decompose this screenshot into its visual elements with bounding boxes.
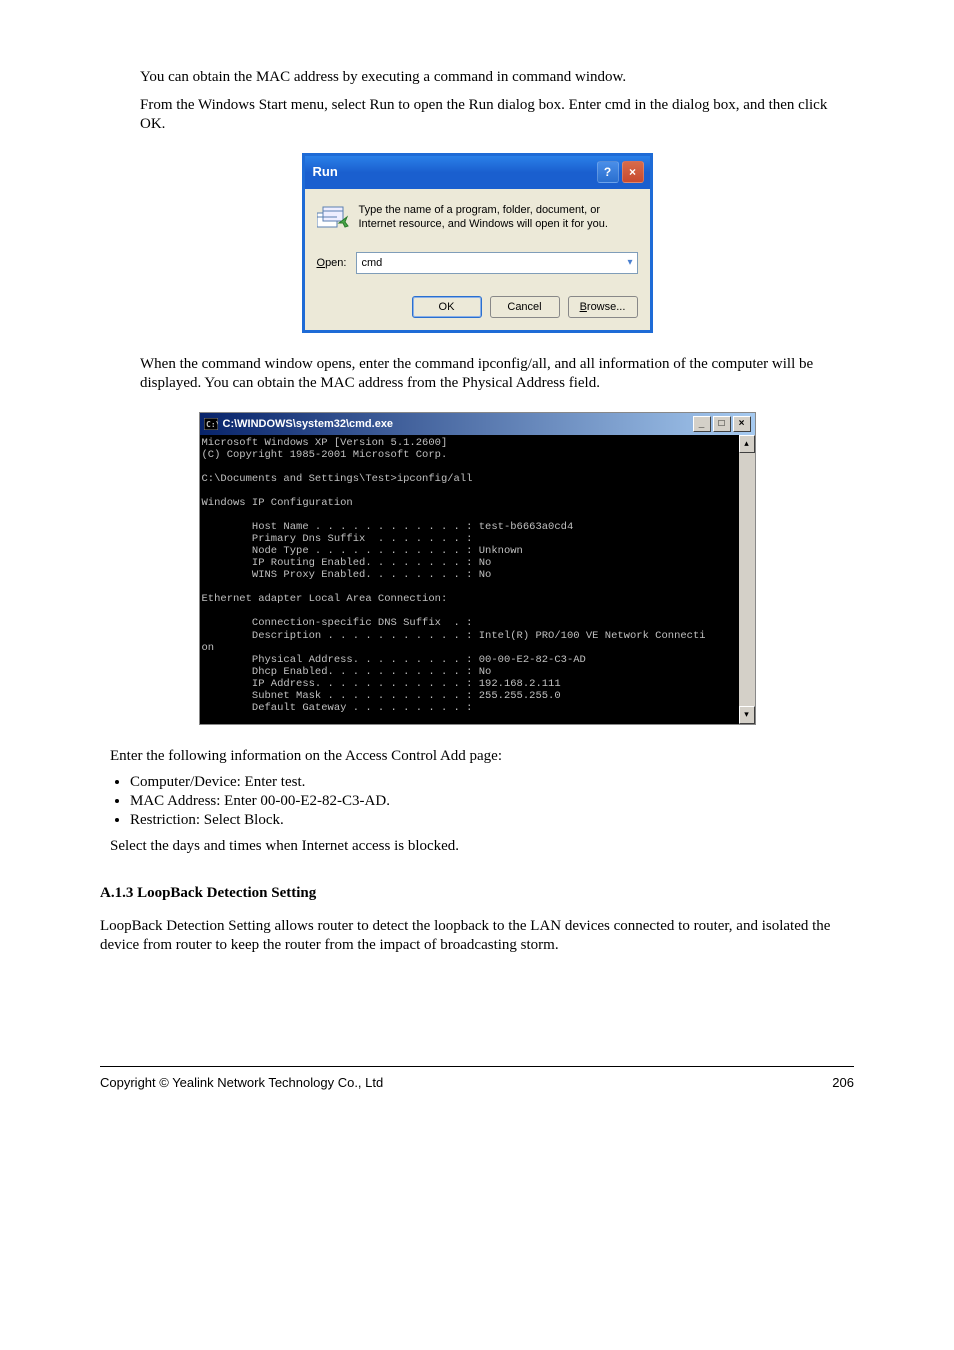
cmd-titlebar: C:\ C:\WINDOWS\system32\cmd.exe _ □ ×: [200, 413, 755, 435]
paragraph-mid: When the command window opens, enter the…: [140, 355, 854, 394]
cmd-window: C:\ C:\WINDOWS\system32\cmd.exe _ □ × Mi…: [199, 412, 756, 725]
paragraph-intro2: From the Windows Start menu, select Run …: [140, 96, 854, 135]
paragraph-intro1: You can obtain the MAC address by execut…: [140, 68, 854, 88]
scrollbar[interactable]: ▴ ▾: [739, 435, 755, 724]
cmd-icon: C:\: [204, 418, 218, 430]
chevron-down-icon[interactable]: ▾: [627, 257, 632, 268]
help-button[interactable]: ?: [597, 161, 619, 183]
cmd-output: Microsoft Windows XP [Version 5.1.2600] …: [200, 435, 739, 724]
bullet-list: Computer/Device: Enter test. MAC Address…: [130, 774, 854, 829]
run-dialog-message: Type the name of a program, folder, docu…: [359, 203, 638, 234]
list-item: MAC Address: Enter 00-00-E2-82-C3-AD.: [130, 793, 854, 810]
cancel-button[interactable]: Cancel: [490, 296, 560, 318]
list-item: Computer/Device: Enter test.: [130, 774, 854, 791]
scroll-up-icon[interactable]: ▴: [739, 435, 755, 453]
list-item: Restriction: Select Block.: [130, 812, 854, 829]
run-dialog: Run ? ×: [302, 153, 653, 333]
footer-rule: [100, 1066, 854, 1067]
minimize-button[interactable]: _: [693, 416, 711, 432]
browse-button[interactable]: Browse...: [568, 296, 638, 318]
footer-page-number: 206: [832, 1075, 854, 1090]
ok-button[interactable]: OK: [412, 296, 482, 318]
open-input-value: cmd: [361, 257, 382, 269]
footer-copyright: Copyright © Yealink Network Technology C…: [100, 1075, 383, 1090]
open-combobox[interactable]: cmd ▾: [356, 252, 637, 274]
maximize-button[interactable]: □: [713, 416, 731, 432]
bullets-intro: Enter the following information on the A…: [110, 747, 854, 767]
cmd-title-text: C:\WINDOWS\system32\cmd.exe: [223, 418, 394, 430]
scroll-down-icon[interactable]: ▾: [739, 706, 755, 724]
svg-text:C:\: C:\: [206, 420, 218, 429]
run-icon: [317, 203, 349, 234]
run-dialog-titlebar: Run ? ×: [305, 156, 650, 189]
close-button[interactable]: ×: [622, 161, 644, 183]
paragraph-trailing: Select the days and times when Internet …: [110, 837, 854, 857]
close-button[interactable]: ×: [733, 416, 751, 432]
section-heading: A.1.3 LoopBack Detection Setting: [100, 885, 854, 902]
run-dialog-title: Run: [313, 164, 338, 179]
section-paragraph: LoopBack Detection Setting allows router…: [100, 917, 854, 956]
open-label: Open:: [317, 257, 347, 269]
